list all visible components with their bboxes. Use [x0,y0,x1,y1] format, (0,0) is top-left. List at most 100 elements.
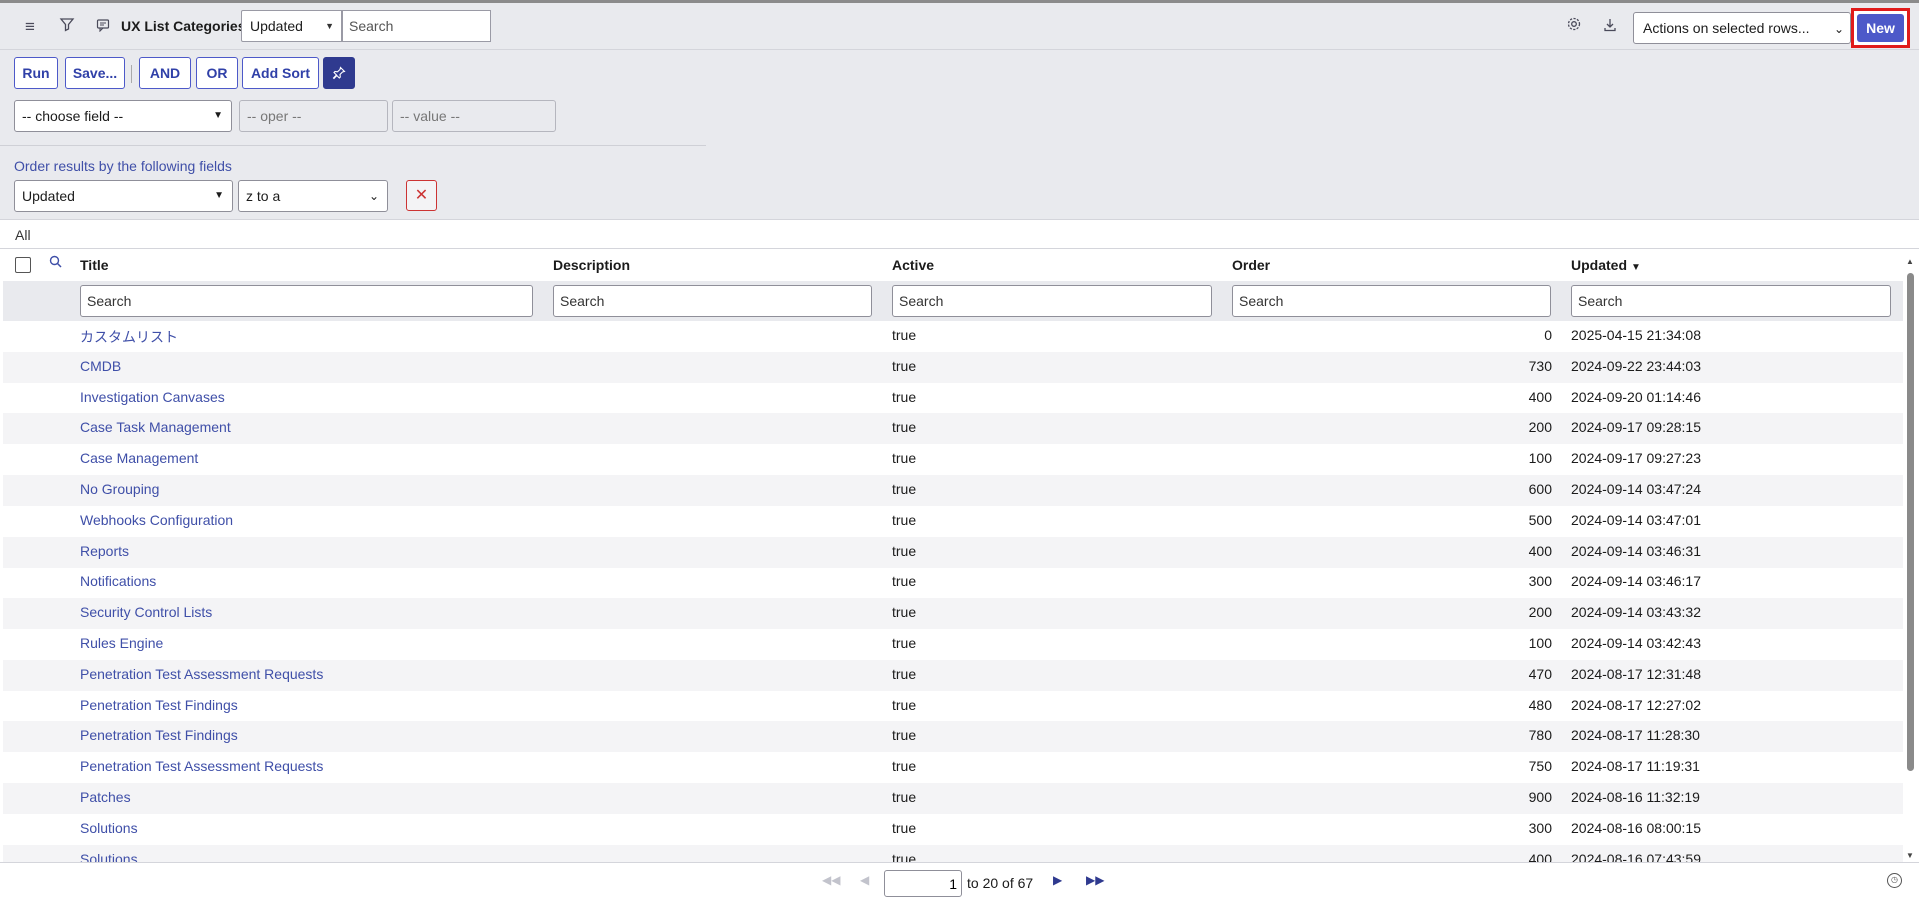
row-title-link[interactable]: Penetration Test Findings [80,727,238,743]
row-order-value: 200 [1528,419,1552,436]
row-title-link[interactable]: Case Task Management [80,419,231,435]
row-title-link[interactable]: Penetration Test Assessment Requests [80,666,323,682]
save-filter-button[interactable]: Save... [65,57,125,89]
row-order-value: 100 [1528,450,1552,467]
table-row[interactable]: Webhooks Configuration true 500 2024-09-14 … [3,506,1903,537]
last-page-icon[interactable]: ▶▶ [1086,873,1104,887]
row-active-value: true [892,635,917,651]
or-button[interactable]: OR [196,57,238,89]
row-active-value: true [892,758,917,775]
column-header-order[interactable]: Order [1232,257,1270,273]
row-title-link[interactable]: Notifications [80,573,156,589]
new-button[interactable]: New [1857,14,1904,42]
new-button-highlight: New [1851,8,1910,48]
row-title-link[interactable]: Case Management [80,450,198,466]
row-order-value: 300 [1528,819,1552,836]
row-title-link[interactable]: Patches [80,789,131,805]
row-title-link[interactable]: Reports [80,543,129,559]
page-number-input[interactable] [884,870,962,897]
run-button[interactable]: Run [14,57,58,89]
actions-on-selected-rows-select[interactable]: Actions on selected rows... ⌄ [1633,12,1851,44]
breadcrumb-all[interactable]: All [15,227,31,243]
pagination: ◀◀ ◀ to 20 of 67 ▶ ▶▶ ◷ [0,862,1919,898]
table-row[interactable]: Patches true 900 2024-08-16 11:32:19 [3,783,1903,814]
row-title-link[interactable]: Rules Engine [80,635,163,651]
hamburger-menu-icon[interactable]: ≡ [19,16,41,38]
column-header-description[interactable]: Description [553,257,630,273]
table-row[interactable]: Penetration Test Findings true 480 2024-08-… [3,691,1903,722]
column-header-title[interactable]: Title [80,257,109,273]
search-field-select[interactable]: Updated ▼ [241,10,342,42]
select-all-checkbox[interactable] [15,257,31,273]
scroll-down-icon[interactable]: ▼ [1906,851,1914,860]
vertical-scrollbar[interactable]: ▲ ▼ [1903,253,1917,862]
updated-search-input[interactable] [1571,285,1891,317]
table-row[interactable]: CMDB true 730 2024-09-22 23:44:03 [3,351,1903,383]
table-row[interactable]: カスタムリスト true 0 2025-04-15 21:34:08 [3,321,1903,352]
row-title-link[interactable]: Penetration Test Findings [80,697,238,713]
active-search-input[interactable] [892,285,1212,317]
description-search-input[interactable] [553,285,872,317]
row-updated-value: 2024-08-17 11:28:30 [1571,727,1700,744]
close-icon: ✕ [414,187,429,204]
row-updated-value: 2025-04-15 21:34:08 [1571,327,1701,343]
table-row[interactable]: Case Task Management true 200 2024-09-17 09… [3,413,1903,445]
order-search-input[interactable] [1232,285,1551,317]
row-title-link[interactable]: Investigation Canvases [80,389,225,405]
row-updated-value: 2024-09-14 03:47:01 [1571,511,1701,528]
order-direction-select[interactable]: z to a ⌄ [238,180,388,212]
row-title-link[interactable]: カスタムリスト [80,327,178,347]
row-order-value: 400 [1528,388,1552,405]
next-page-icon[interactable]: ▶ [1053,873,1062,887]
table-row[interactable]: Penetration Test Assessment Requests true… [3,752,1903,783]
page-range-text: to 20 of 67 [967,875,1034,891]
scroll-up-icon[interactable]: ▲ [1906,257,1914,266]
row-updated-value: 2024-09-17 09:27:23 [1571,450,1701,467]
choose-field-select[interactable]: -- choose field -- ▼ [14,100,232,132]
table-row[interactable]: Rules Engine true 100 2024-09-14 03:42:43 [3,629,1903,660]
table-row[interactable]: Case Management true 100 2024-09-17 09:27:2… [3,444,1903,475]
title-search-input[interactable] [80,285,533,317]
filter-icon[interactable] [56,16,78,38]
add-sort-button[interactable]: Add Sort [242,57,319,89]
table-row[interactable]: Security Control Lists true 200 2024-09-14 … [3,598,1903,630]
delete-sort-button[interactable]: ✕ [406,180,437,211]
row-title-link[interactable]: Security Control Lists [80,604,212,620]
table-row[interactable]: Reports true 400 2024-09-14 03:46:31 [3,536,1903,568]
download-icon[interactable] [1599,16,1621,38]
row-order-value: 400 [1528,542,1552,559]
row-updated-value: 2024-09-14 03:46:31 [1571,542,1701,559]
pin-filter-button[interactable] [323,57,355,89]
table-row[interactable]: Solutions true 300 2024-08-16 08:00:15 [3,814,1903,845]
row-updated-value: 2024-09-17 09:28:15 [1571,419,1701,436]
table-row[interactable]: Solutions true 400 2024-08-16 07:43:59 [3,844,1903,862]
row-updated-value: 2024-09-22 23:44:03 [1571,357,1701,374]
row-order-value: 780 [1528,727,1552,744]
column-header-active[interactable]: Active [892,257,934,273]
table-row[interactable]: Investigation Canvases true 400 2024-09-20 … [3,383,1903,414]
row-title-link[interactable]: Penetration Test Assessment Requests [80,758,323,774]
row-order-value: 480 [1528,696,1552,713]
row-order-value: 730 [1528,357,1552,374]
table-row[interactable]: Penetration Test Findings true 780 2024-08-… [3,721,1903,753]
order-direction-value: z to a [246,188,281,204]
order-field-select[interactable]: Updated ▼ [14,180,233,212]
row-title-link[interactable]: No Grouping [80,481,159,497]
response-time-icon[interactable]: ◷ [1887,873,1902,888]
column-header-updated[interactable]: Updated ▼ [1571,257,1641,273]
scrollbar-thumb[interactable] [1907,273,1914,771]
operator-select: -- oper -- [239,100,388,132]
row-title-link[interactable]: Solutions [80,851,138,862]
table-row[interactable]: Penetration Test Assessment Requests true… [3,659,1903,691]
row-title-link[interactable]: CMDB [80,358,121,374]
table-row[interactable]: Notifications true 300 2024-09-14 03:46:17 [3,567,1903,598]
list-context-menu-icon[interactable] [92,16,114,38]
column-search-row [3,281,1903,321]
list-search-input[interactable] [342,10,491,42]
row-title-link[interactable]: Webhooks Configuration [80,512,233,528]
and-button[interactable]: AND [139,57,191,89]
search-icon[interactable] [49,255,62,271]
row-title-link[interactable]: Solutions [80,820,138,836]
gear-icon[interactable] [1563,16,1585,38]
table-row[interactable]: No Grouping true 600 2024-09-14 03:47:24 [3,475,1903,506]
